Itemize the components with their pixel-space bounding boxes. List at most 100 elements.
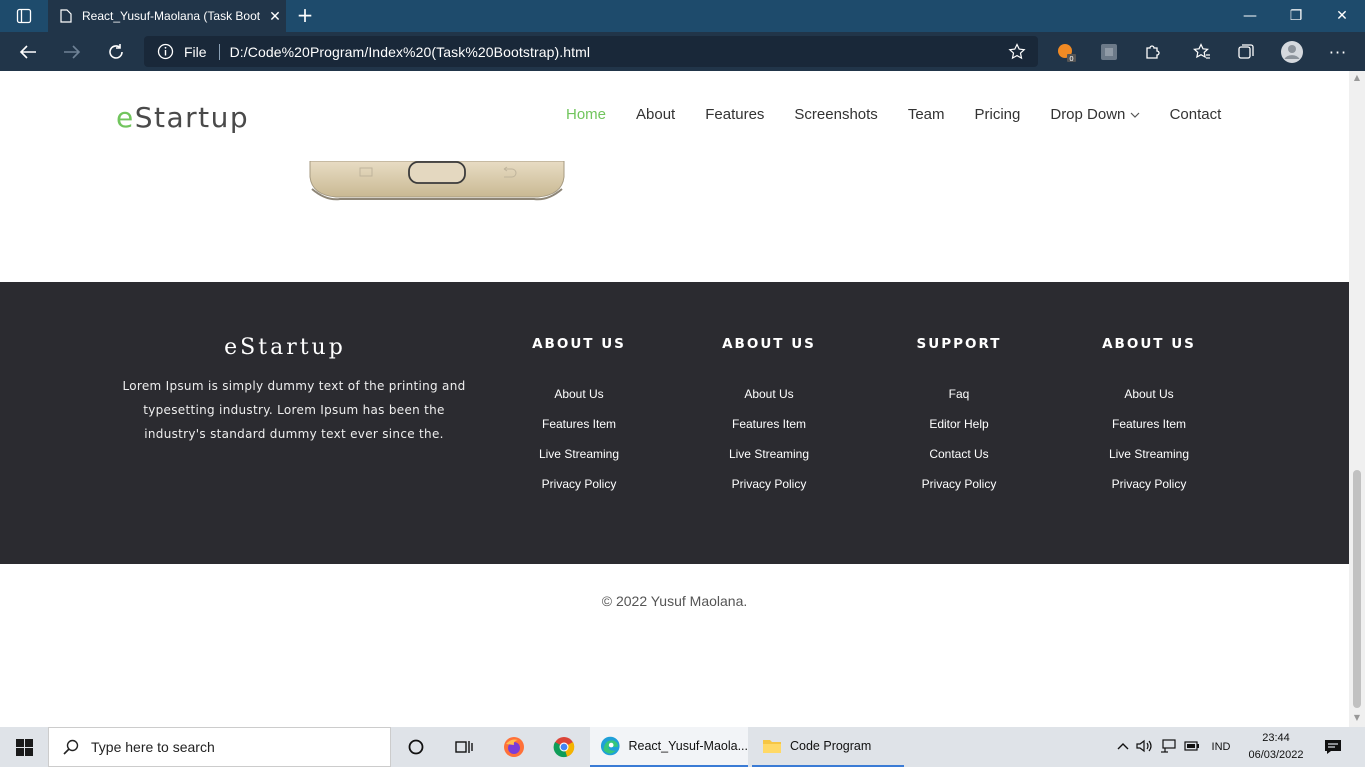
restore-button[interactable]: ❐	[1273, 0, 1319, 32]
footer-link[interactable]: Privacy Policy	[499, 474, 659, 504]
extension-square-icon	[1101, 44, 1117, 60]
tab-actions-button[interactable]	[4, 0, 44, 32]
taskbar-app-label: Code Program	[790, 739, 872, 753]
browser-tab-active[interactable]: React_Yusuf-Maolana (Task Boot ✕	[48, 0, 286, 32]
nav-contact-link[interactable]: Contact	[1155, 106, 1237, 123]
nav-screenshots-link[interactable]: Screenshots	[779, 106, 892, 123]
footer-link[interactable]: Features Item	[1069, 414, 1229, 444]
favorites-star-icon	[1193, 43, 1210, 59]
footer-link[interactable]: Live Streaming	[499, 444, 659, 474]
scroll-thumb[interactable]	[1353, 470, 1361, 708]
footer-column-title: ABOUT US	[532, 336, 626, 352]
footer-link[interactable]: About Us	[689, 384, 849, 414]
notification-icon	[1325, 740, 1341, 754]
avatar-icon	[1281, 41, 1303, 63]
windows-taskbar: Type here to search React_Yusuf-Maola...…	[0, 727, 1365, 767]
notifications-button[interactable]	[1310, 727, 1356, 767]
footer-link[interactable]: Features Item	[689, 414, 849, 444]
nav-about-link[interactable]: About	[621, 106, 690, 123]
footer-link[interactable]: Contact Us	[879, 444, 1039, 474]
collections-button[interactable]	[1232, 38, 1260, 66]
copyright-text: © 2022 Yusuf Maolana.	[601, 593, 748, 609]
start-button[interactable]	[0, 727, 48, 767]
site-logo[interactable]: eStartup	[116, 101, 249, 134]
clock-time: 23:44	[1262, 732, 1290, 744]
firefox-button[interactable]	[490, 727, 538, 767]
more-dots-icon: ···	[1328, 42, 1348, 62]
folder-icon	[763, 740, 781, 753]
extension-badge-icon: 0	[1058, 44, 1076, 63]
refresh-icon	[109, 44, 123, 59]
favorites-button[interactable]	[1188, 38, 1216, 66]
footer-link[interactable]: About Us	[1069, 384, 1229, 414]
tab-title: React_Yusuf-Maolana (Task Boot	[82, 9, 261, 23]
address-url[interactable]: D:/Code%20Program/Index%20(Task%20Bootst…	[230, 44, 591, 60]
chrome-icon	[553, 737, 575, 758]
tab-close-icon[interactable]: ✕	[264, 8, 286, 25]
clock-date: 06/03/2022	[1248, 749, 1304, 761]
new-tab-button[interactable]: +	[294, 4, 316, 26]
footer-link[interactable]: Privacy Policy	[1069, 474, 1229, 504]
footer-column-title: ABOUT US	[1102, 336, 1196, 352]
taskbar-app-label: React_Yusuf-Maola...	[628, 739, 748, 753]
forward-button[interactable]	[58, 38, 86, 66]
refresh-button[interactable]	[102, 38, 130, 66]
scroll-up-icon[interactable]: ▲	[1351, 73, 1363, 85]
footer-link[interactable]: Live Streaming	[689, 444, 849, 474]
phone-image	[306, 160, 568, 203]
nav-dropdown-link[interactable]: Drop Down	[1035, 106, 1154, 123]
close-window-button[interactable]: ✕	[1319, 0, 1365, 32]
firefox-icon	[504, 737, 524, 757]
footer-column-4: ABOUT US About Us Features Item Live Str…	[1069, 336, 1229, 504]
site-footer: eStartup Lorem Ipsum is simply dummy tex…	[0, 282, 1349, 564]
battery-icon[interactable]	[1180, 740, 1204, 755]
nav-pricing-link[interactable]: Pricing	[960, 106, 1036, 123]
footer-link[interactable]: Features Item	[499, 414, 659, 444]
chrome-button[interactable]	[540, 727, 588, 767]
task-view-button[interactable]	[440, 727, 488, 767]
extension-button-2[interactable]	[1095, 38, 1123, 66]
more-menu-button[interactable]: ···	[1324, 38, 1352, 66]
footer-logo[interactable]: eStartup	[120, 335, 450, 360]
chevron-up-icon[interactable]	[1114, 741, 1132, 753]
address-divider	[218, 43, 220, 60]
nav-features-link[interactable]: Features	[690, 106, 779, 123]
footer-link[interactable]: Live Streaming	[1069, 444, 1229, 474]
footer-link[interactable]: Privacy Policy	[879, 474, 1039, 504]
info-icon	[157, 43, 174, 60]
footer-link[interactable]: Privacy Policy	[689, 474, 849, 504]
add-favorite-icon[interactable]	[1008, 43, 1026, 61]
footer-description: Lorem Ipsum is simply dummy text of the …	[122, 379, 466, 441]
taskbar-app-edge[interactable]: React_Yusuf-Maola...	[590, 727, 748, 767]
scroll-down-icon[interactable]: ▼	[1351, 713, 1363, 725]
back-arrow-icon	[19, 45, 36, 59]
minimize-button[interactable]: —	[1227, 0, 1273, 32]
profile-button[interactable]	[1278, 38, 1306, 66]
nav-menu: Home About Features Screenshots Team Pri…	[551, 106, 1236, 123]
footer-link[interactable]: About Us	[499, 384, 659, 414]
nav-home-link[interactable]: Home	[551, 106, 621, 123]
cortana-circle-icon	[408, 739, 424, 755]
footer-link[interactable]: Editor Help	[879, 414, 1039, 444]
cortana-button[interactable]	[392, 727, 440, 767]
language-indicator[interactable]: IND	[1204, 741, 1238, 753]
back-button[interactable]	[14, 38, 42, 66]
site-navbar: eStartup Home About Features Screenshots…	[0, 71, 1349, 161]
footer-column-2: ABOUT US About Us Features Item Live Str…	[689, 336, 849, 504]
taskbar-search-box[interactable]: Type here to search	[48, 727, 391, 767]
address-scheme: File	[184, 43, 207, 60]
address-bar[interactable]: File D:/Code%20Program/Index%20(Task%20B…	[144, 36, 1038, 67]
task-view-icon	[455, 741, 473, 753]
taskbar-clock[interactable]: 23:44 06/03/2022	[1244, 730, 1308, 764]
taskbar-app-explorer[interactable]: Code Program	[752, 727, 904, 767]
extension-button-1[interactable]: 0	[1052, 38, 1080, 66]
volume-icon[interactable]	[1132, 739, 1156, 756]
network-icon[interactable]	[1156, 738, 1180, 756]
browser-toolbar: File D:/Code%20Program/Index%20(Task%20B…	[0, 32, 1365, 71]
footer-link[interactable]: Faq	[879, 384, 1039, 414]
forward-arrow-icon	[64, 45, 81, 59]
extensions-button[interactable]	[1139, 38, 1167, 66]
chevron-down-icon	[1130, 112, 1139, 118]
browser-tab-bar: React_Yusuf-Maolana (Task Boot ✕ + — ❐ ✕	[0, 0, 1365, 32]
nav-team-link[interactable]: Team	[893, 106, 960, 123]
